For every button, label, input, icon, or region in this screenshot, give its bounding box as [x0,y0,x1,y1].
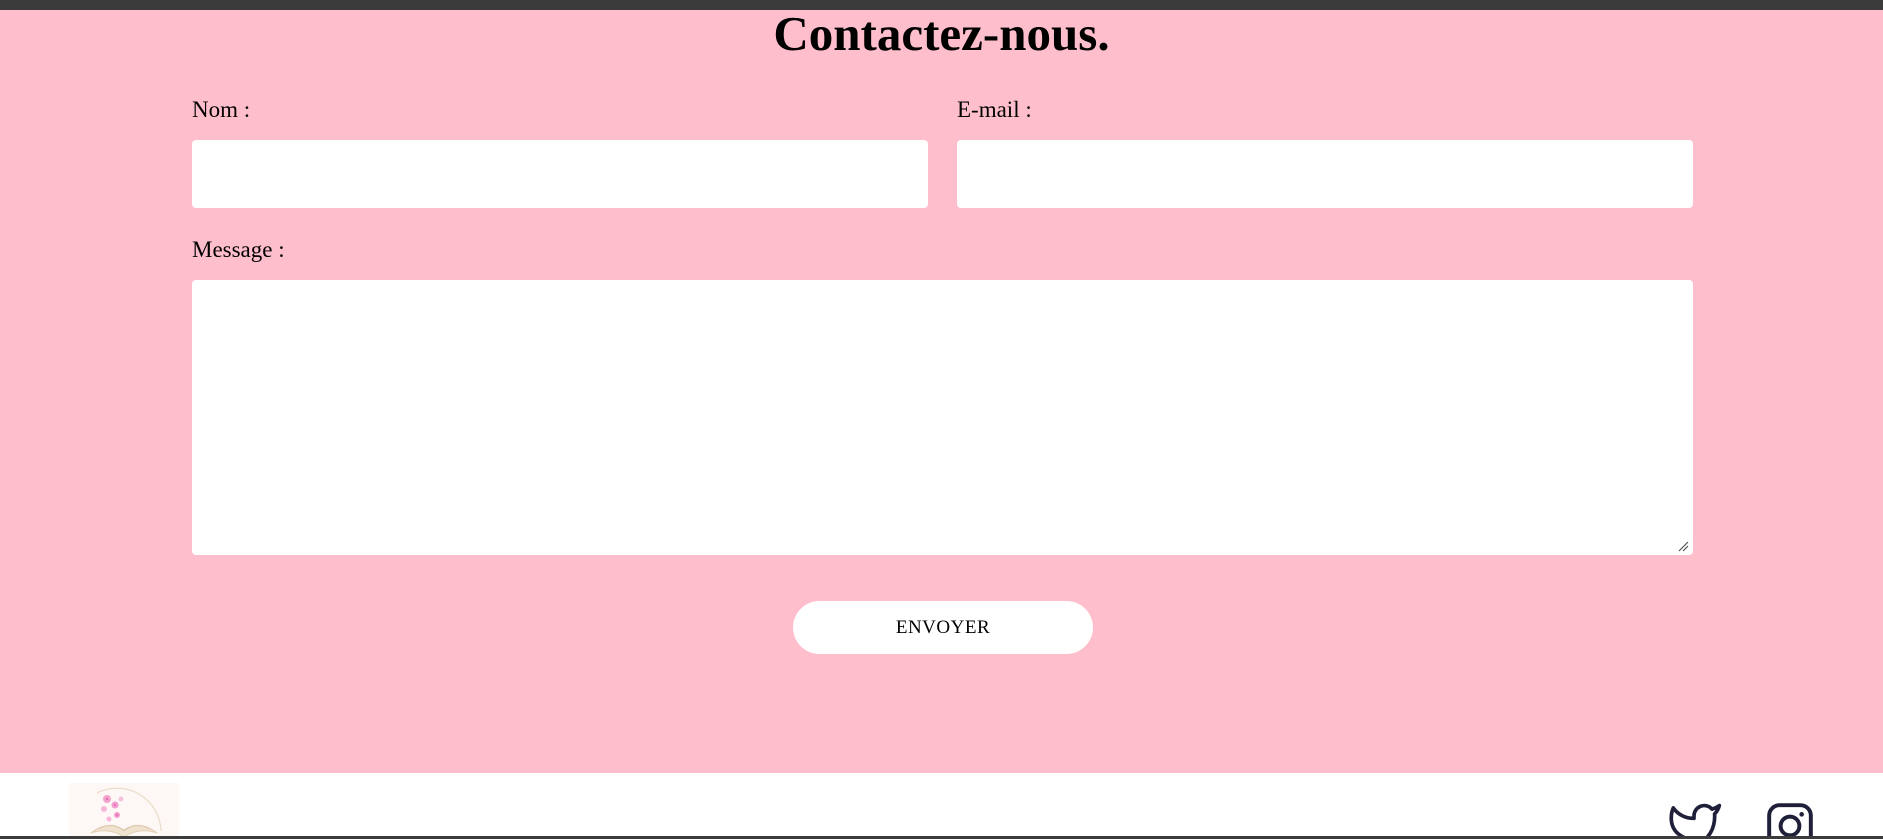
send-button[interactable]: ENVOYER [793,601,1093,654]
twitter-icon[interactable] [1666,801,1722,839]
message-label: Message : [192,237,285,262]
flower-book-logo-icon[interactable] [69,783,179,839]
name-field[interactable] [192,140,928,208]
page-title: Contactez-nous. [773,6,1110,61]
message-field[interactable] [192,280,1693,555]
footer [0,773,1883,839]
name-label: Nom : [192,97,251,122]
contact-section: Contactez-nous. Nom : E-mail : Message :… [0,6,1883,773]
email-field[interactable] [957,140,1693,208]
instagram-icon[interactable] [1765,801,1815,839]
email-label: E-mail : [957,97,1032,122]
resize-handle-icon[interactable] [1677,540,1689,552]
